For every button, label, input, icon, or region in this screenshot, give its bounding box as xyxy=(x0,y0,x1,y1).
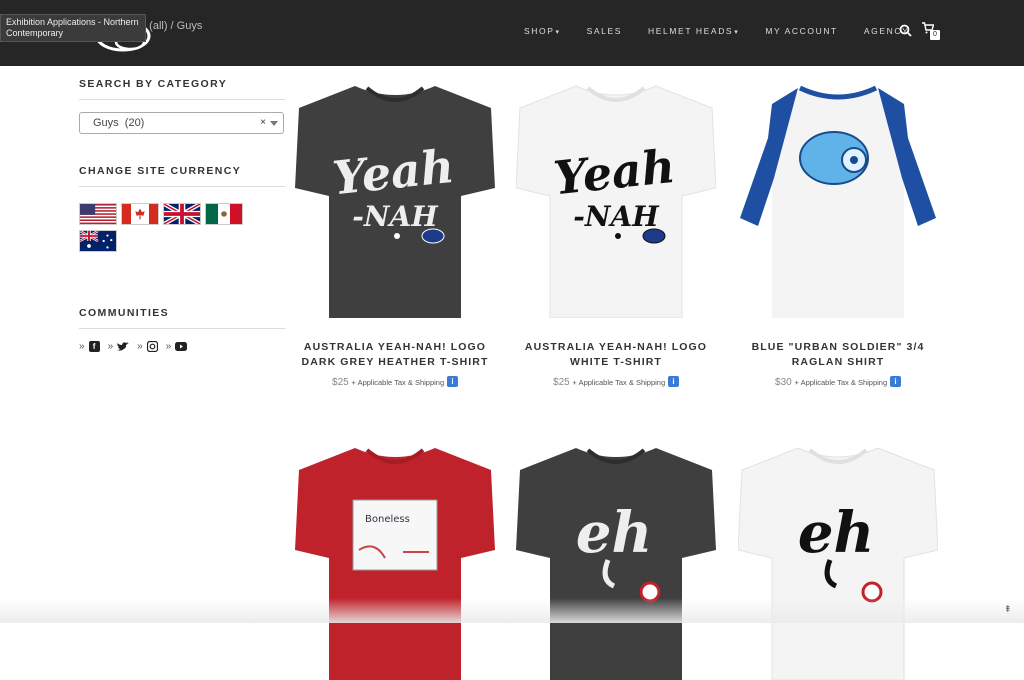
cart-count-badge: 0 xyxy=(930,30,940,40)
product-title[interactable]: AUSTRALIA YEAH-NAH! LOGO DARK GREY HEATH… xyxy=(285,340,505,370)
product-price: $30 + Applicable Tax & Shipping i xyxy=(728,376,948,388)
social-links: » f » » » xyxy=(79,341,285,352)
facebook-icon[interactable]: f xyxy=(88,341,100,352)
tax-note: + Applicable Tax & Shipping xyxy=(351,378,445,387)
bullet: » xyxy=(107,341,114,352)
product-image[interactable]: Yeah -NAH xyxy=(295,78,495,318)
search-icon[interactable] xyxy=(899,24,912,37)
main-nav: SHOP▾ SALES HELMET HEADS▾ MY ACCOUNT AGE… xyxy=(524,26,935,36)
bullet: » xyxy=(137,341,143,352)
twitter-icon[interactable] xyxy=(117,341,130,352)
product-card[interactable]: eh xyxy=(506,440,726,680)
currency-flags xyxy=(79,203,254,252)
sidebar: SEARCH BY CATEGORY Guys (20) × CHANGE SI… xyxy=(79,66,285,352)
bullet: » xyxy=(165,341,172,352)
nav-my-account[interactable]: MY ACCOUNT xyxy=(765,26,838,36)
shirt-print-text: -NAH xyxy=(352,200,439,233)
product-price: $25 + Applicable Tax & Shipping i xyxy=(285,376,505,388)
instagram-icon[interactable] xyxy=(146,341,158,352)
price-value: $30 xyxy=(775,377,792,388)
product-card[interactable]: Yeah -NAH AUSTRALIA YEAH-NAH! LOGO DARK … xyxy=(285,78,505,388)
communities-heading: COMMUNITIES xyxy=(79,307,285,329)
product-image[interactable]: eh xyxy=(516,440,716,680)
info-icon[interactable]: i xyxy=(889,376,901,387)
nav-helmet-heads[interactable]: HELMET HEADS▾ xyxy=(648,26,739,36)
category-heading: SEARCH BY CATEGORY xyxy=(79,78,285,100)
product-image[interactable] xyxy=(738,78,938,318)
tax-note: + Applicable Tax & Shipping xyxy=(794,378,888,387)
australia-flag-icon[interactable] xyxy=(79,230,117,252)
product-card[interactable]: BLUE "URBAN SOLDIER" 3/4 RAGLAN SHIRT $3… xyxy=(728,78,948,388)
product-card[interactable]: Boneless xyxy=(285,440,505,680)
product-image[interactable]: Boneless xyxy=(295,440,495,680)
product-image[interactable]: eh xyxy=(738,440,938,680)
scroll-to-top-icon[interactable]: ⇞ xyxy=(1004,604,1012,615)
product-image[interactable]: Yeah -NAH xyxy=(516,78,716,318)
breadcrumb: g (all) / Guys xyxy=(140,20,203,32)
bottom-fade xyxy=(0,598,1024,623)
shirt-print-text: Boneless xyxy=(365,514,410,525)
uk-flag-icon[interactable] xyxy=(163,203,201,225)
product-title[interactable]: BLUE "URBAN SOLDIER" 3/4 RAGLAN SHIRT xyxy=(728,340,948,370)
clear-category-icon[interactable]: × xyxy=(260,117,266,128)
product-card[interactable]: eh xyxy=(728,440,948,680)
nav-shop[interactable]: SHOP▾ xyxy=(524,26,561,36)
usa-flag-icon[interactable] xyxy=(79,203,117,225)
info-icon[interactable]: i xyxy=(446,376,458,387)
price-value: $25 xyxy=(553,377,570,388)
product-title[interactable]: AUSTRALIA YEAH-NAH! LOGO WHITE T-SHIRT xyxy=(506,340,726,370)
canada-flag-icon[interactable] xyxy=(121,203,159,225)
tax-note: + Applicable Tax & Shipping xyxy=(572,378,666,387)
info-icon[interactable]: i xyxy=(667,376,679,387)
shirt-print-text: eh xyxy=(798,500,874,566)
currency-heading: CHANGE SITE CURRENCY xyxy=(79,165,285,187)
chevron-down-icon[interactable] xyxy=(270,121,278,126)
nav-sales[interactable]: SALES xyxy=(587,26,622,36)
top-navigation-bar: g (all) / Guys SHOP▾ SALES HELMET HEADS▾… xyxy=(0,0,1024,66)
window-tooltip: Exhibition Applications - Northern Conte… xyxy=(0,14,146,42)
bullet: » xyxy=(79,341,85,352)
category-select-value: Guys (20) xyxy=(93,117,145,129)
mexico-flag-icon[interactable] xyxy=(205,203,243,225)
youtube-icon[interactable] xyxy=(175,342,188,351)
category-select[interactable]: Guys (20) × xyxy=(79,112,284,134)
product-card[interactable]: Yeah -NAH AUSTRALIA YEAH-NAH! LOGO WHITE… xyxy=(506,78,726,388)
shirt-print-text: -NAH xyxy=(573,200,660,233)
product-price: $25 + Applicable Tax & Shipping i xyxy=(506,376,726,388)
shirt-print-text: eh xyxy=(576,500,652,566)
price-value: $25 xyxy=(332,377,349,388)
